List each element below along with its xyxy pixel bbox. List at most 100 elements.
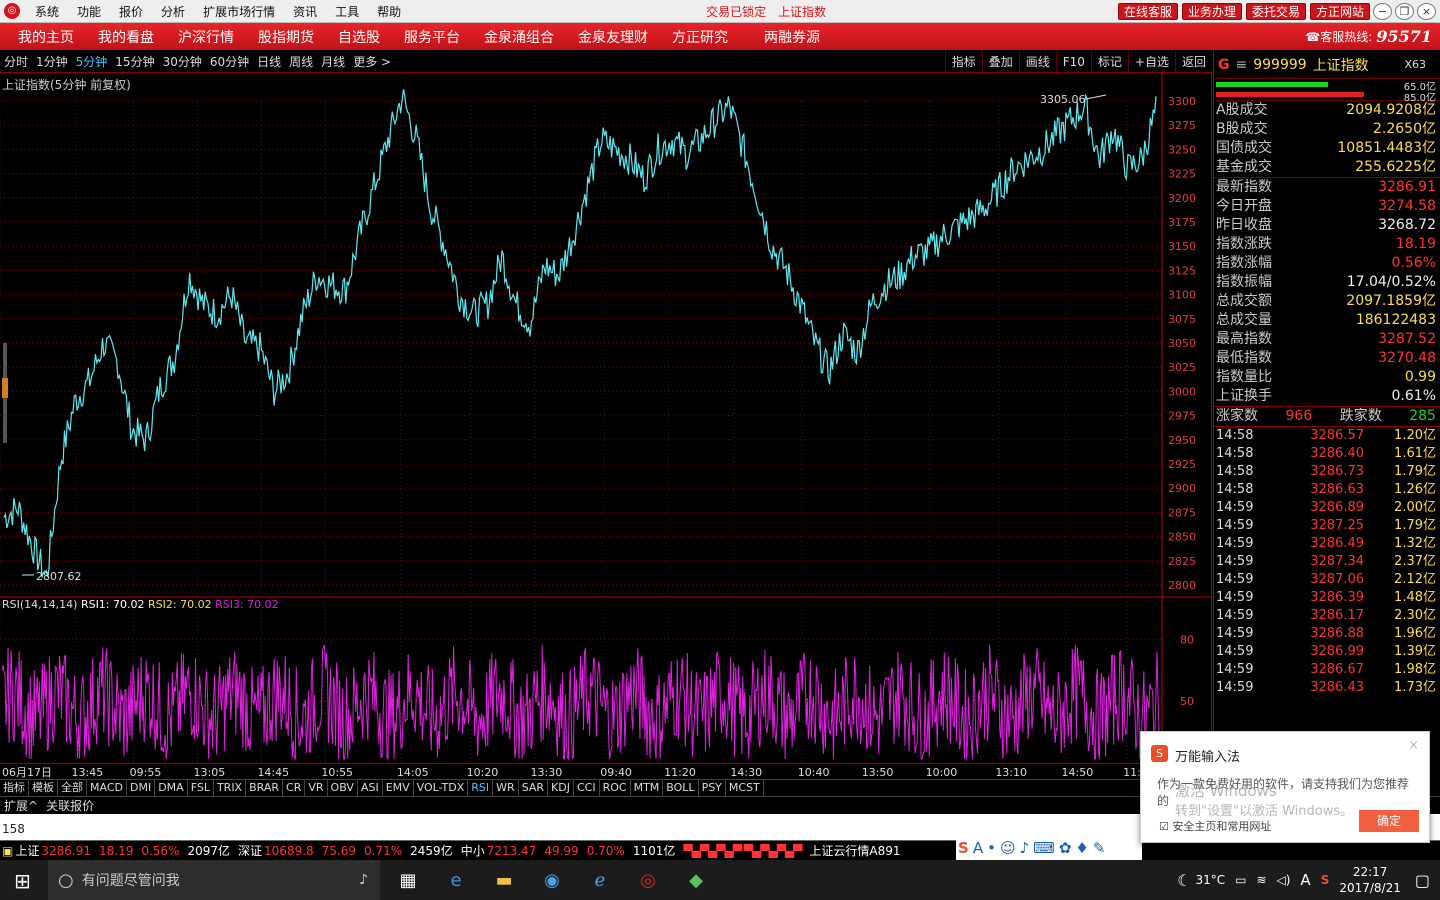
tool-button[interactable]: 标记 bbox=[1090, 50, 1128, 73]
indicator-tab[interactable]: CR bbox=[283, 780, 306, 796]
sogou-icon[interactable]: S bbox=[958, 839, 969, 857]
ie2-icon[interactable]: ℯ bbox=[580, 860, 620, 900]
font-icon[interactable]: A bbox=[973, 839, 983, 857]
nav-item[interactable]: 金泉涌组合 bbox=[472, 27, 566, 47]
menu-item[interactable]: 扩展市场行情 bbox=[194, 3, 284, 20]
mic-icon[interactable]: ♪ bbox=[1020, 839, 1030, 857]
price-chart[interactable]: 3300 3275 3250 3225 3200 3175 3150 3125 3100 3075… bbox=[0, 73, 1212, 763]
explorer-icon[interactable]: ▬ bbox=[484, 860, 524, 900]
indicator-tab[interactable]: FSL bbox=[188, 780, 214, 796]
nav-item[interactable]: 沪深行情 bbox=[166, 27, 246, 47]
period-tab[interactable]: 日线 bbox=[253, 53, 285, 70]
tool-button[interactable]: F10 bbox=[1055, 50, 1091, 73]
indicator-tab[interactable]: RSI bbox=[468, 780, 494, 796]
ticker-name[interactable]: 中小 bbox=[461, 842, 485, 859]
online-service-button[interactable]: 在线客服 bbox=[1117, 2, 1178, 20]
indicator-tab[interactable]: KDJ bbox=[548, 780, 574, 796]
indicator-tab[interactable]: 指标 bbox=[0, 780, 29, 796]
related-quote-button[interactable]: 关联报价 bbox=[42, 797, 98, 814]
trade-button[interactable]: 委托交易 bbox=[1245, 2, 1306, 20]
menu-item[interactable]: 工具 bbox=[326, 3, 368, 20]
indicator-tab[interactable]: ROC bbox=[600, 780, 631, 796]
indicator-tab[interactable]: MACD bbox=[87, 780, 127, 796]
tool-button[interactable]: +自选 bbox=[1127, 50, 1175, 73]
nav-item[interactable]: 自选股 bbox=[326, 27, 392, 47]
indicator-tab[interactable]: WR bbox=[493, 780, 519, 796]
menu-item[interactable]: 资讯 bbox=[284, 3, 326, 20]
period-tab[interactable]: 周线 bbox=[285, 53, 317, 70]
notification-icon[interactable]: ▢ bbox=[1415, 871, 1430, 890]
close-icon[interactable]: × bbox=[1408, 738, 1419, 753]
indicator-tab[interactable]: ASI bbox=[358, 780, 383, 796]
founder-app-icon[interactable]: ◎ bbox=[628, 860, 668, 900]
nav-item[interactable]: 金泉友理财 bbox=[566, 27, 660, 47]
period-tab[interactable]: 15分钟 bbox=[111, 53, 158, 70]
ticker-name[interactable]: 深证 bbox=[238, 842, 262, 859]
nav-item[interactable]: 两融券源 bbox=[740, 27, 832, 47]
windows-start-icon[interactable]: ⊞ bbox=[14, 869, 31, 893]
period-tab[interactable]: 分时 bbox=[0, 53, 32, 70]
indicator-tab[interactable]: MCST bbox=[726, 780, 764, 796]
indicator-tab[interactable]: BOLL bbox=[663, 780, 699, 796]
menu-icon[interactable]: ≡ bbox=[1236, 57, 1248, 73]
emoji-icon[interactable]: ☺ bbox=[1000, 839, 1016, 857]
menu-item[interactable]: 分析 bbox=[152, 3, 194, 20]
clock[interactable]: 22:17 2017/8/21 bbox=[1339, 864, 1401, 896]
indicator-tab[interactable]: MTM bbox=[631, 780, 664, 796]
sogou-tray-icon[interactable]: S bbox=[1321, 873, 1330, 887]
skin-icon[interactable]: ✿ bbox=[1059, 839, 1072, 857]
indicator-tab[interactable]: CCI bbox=[574, 780, 600, 796]
restore-icon[interactable]: ❐ bbox=[1395, 2, 1414, 20]
indicator-tab[interactable]: 全部 bbox=[58, 780, 87, 796]
battery-icon[interactable]: ▭ bbox=[1235, 873, 1246, 887]
ticker-name[interactable]: 上证 bbox=[15, 842, 39, 859]
tool-button[interactable]: 画线 bbox=[1018, 50, 1056, 73]
nav-item[interactable]: 我的看盘 bbox=[86, 27, 166, 47]
indicator-tab[interactable]: VR bbox=[305, 780, 328, 796]
shirt-icon[interactable]: ♦ bbox=[1075, 839, 1088, 857]
nav-item[interactable]: 我的主页 bbox=[0, 27, 86, 47]
indicator-tab[interactable]: PSY bbox=[699, 780, 726, 796]
store-icon[interactable]: ▦ bbox=[388, 860, 428, 900]
indicator-tab[interactable]: DMI bbox=[127, 780, 156, 796]
ime-ok-button[interactable]: 确定 bbox=[1359, 810, 1419, 832]
indicator-tab[interactable]: BRAR bbox=[246, 780, 284, 796]
tool-button[interactable]: 指标 bbox=[944, 50, 982, 73]
indicator-tab[interactable]: SAR bbox=[519, 780, 549, 796]
expand-button[interactable]: 扩展^ bbox=[0, 797, 42, 814]
other-app-icon[interactable]: ◆ bbox=[676, 860, 716, 900]
nav-item[interactable]: 服务平台 bbox=[392, 27, 472, 47]
menu-item[interactable]: 功能 bbox=[68, 3, 110, 20]
indicator-tab[interactable]: 模板 bbox=[29, 780, 58, 796]
mic-icon[interactable]: ♪ bbox=[359, 872, 368, 888]
close-icon[interactable]: × bbox=[1417, 2, 1436, 20]
ime-checkbox[interactable]: ☑ 安全主页和常用网址 bbox=[1159, 818, 1271, 834]
tool-button[interactable]: 返回 bbox=[1174, 50, 1212, 73]
period-tab[interactable]: 30分钟 bbox=[159, 53, 206, 70]
menu-item[interactable]: 系统 bbox=[26, 3, 68, 20]
checkbox-icon[interactable]: ☑ bbox=[1159, 820, 1169, 833]
volume-icon[interactable]: ◁) bbox=[1277, 873, 1291, 887]
punct-icon[interactable]: • bbox=[987, 839, 996, 857]
nav-item[interactable]: 方正研究 bbox=[660, 27, 740, 47]
ime-indicator[interactable]: A bbox=[1300, 871, 1310, 889]
cortana-search[interactable]: ○ 有问题尽管问我 ♪ bbox=[48, 860, 380, 900]
period-tab[interactable]: 1分钟 bbox=[32, 53, 72, 70]
minimize-icon[interactable]: − bbox=[1373, 2, 1392, 20]
business-button[interactable]: 业务办理 bbox=[1181, 2, 1242, 20]
website-button[interactable]: 方正网站 bbox=[1309, 2, 1370, 20]
menu-item[interactable]: 报价 bbox=[110, 3, 152, 20]
zoom-slider-thumb[interactable] bbox=[2, 378, 8, 398]
network-icon[interactable]: ≋ bbox=[1256, 873, 1266, 887]
indicator-tab[interactable]: DMA bbox=[155, 780, 188, 796]
keyboard-icon[interactable]: ⌨ bbox=[1033, 839, 1055, 857]
ie-icon[interactable]: ◉ bbox=[532, 860, 572, 900]
nav-item[interactable]: 股指期货 bbox=[246, 27, 326, 47]
cloud-quote[interactable]: 上证云行情A891 bbox=[809, 842, 900, 859]
period-tab[interactable]: 60分钟 bbox=[206, 53, 253, 70]
trade-lock-status[interactable]: 交易已锁定 bbox=[700, 3, 772, 20]
period-more[interactable]: 更多 > bbox=[349, 53, 395, 70]
edge-icon[interactable]: e bbox=[436, 860, 476, 900]
indicator-tab[interactable]: VOL-TDX bbox=[414, 780, 469, 796]
period-tab-selected[interactable]: 5分钟 bbox=[72, 53, 112, 70]
